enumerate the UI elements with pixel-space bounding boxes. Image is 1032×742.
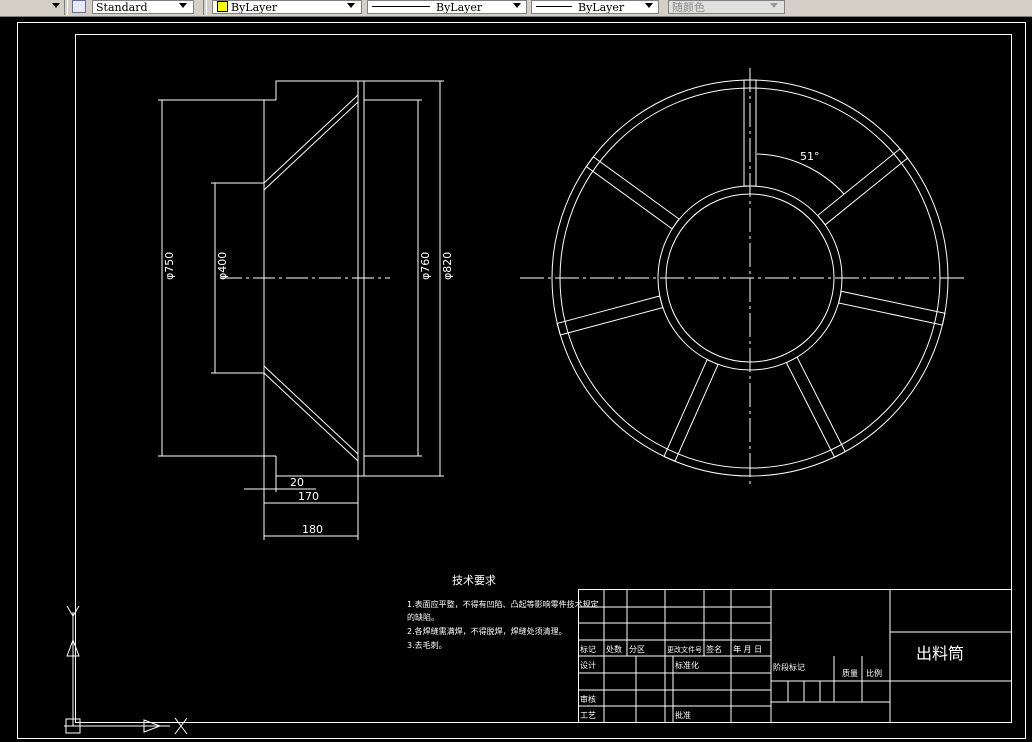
plot-style-select[interactable]: 随颜色 — [668, 0, 785, 14]
dim-angle: 51° — [800, 150, 820, 163]
inner-border — [75, 34, 1012, 723]
tb-pizhun: 批准 — [675, 710, 691, 720]
tb-sheji: 设计 — [580, 660, 596, 670]
tb-part-name: 出料筒 — [916, 644, 964, 663]
tb-bili: 比例 — [866, 668, 882, 678]
dim-d820: φ820 — [441, 252, 454, 280]
chevron-down-icon[interactable] — [52, 3, 60, 8]
vanes — [556, 79, 946, 462]
tb-jieduan: 阶段标记 — [773, 662, 805, 672]
chevron-down-icon[interactable] — [347, 3, 355, 8]
dimension-texts: φ750 φ400 φ760 φ820 20 170 180 51° — [163, 150, 820, 536]
linetype-select[interactable]: ByLayer — [367, 0, 527, 14]
tb-biaoji: 标记 — [580, 644, 596, 654]
tech-req-title: 技术要求 — [452, 574, 496, 587]
tb-chushu: 处数 — [606, 644, 622, 654]
dim-d750: φ750 — [163, 252, 176, 280]
text-style-value: Standard — [96, 1, 148, 14]
tech-req-item3: 3.去毛刺。 — [407, 640, 447, 650]
chevron-down-icon — [770, 3, 778, 8]
side-view — [158, 80, 444, 540]
chevron-down-icon[interactable] — [179, 3, 187, 8]
ucs-icon — [64, 605, 188, 735]
dim-w170: 170 — [298, 490, 319, 503]
tech-requirements: 技术要求 1.表面应平整，不得有凹陷、凸起等影响零件技术规定 的缺陷。 2.各焊… — [407, 574, 599, 650]
tb-gengai: 更改文件号 — [667, 645, 702, 654]
lineweight-value: ByLayer — [578, 1, 625, 14]
toolbar-separator — [203, 0, 207, 15]
color-swatch-icon — [217, 1, 228, 12]
tech-req-item2: 2.各焊缝需满焊，不得脱焊，焊缝处须清理。 — [407, 626, 567, 636]
dim-w20: 20 — [290, 476, 304, 489]
plot-style-value: 随颜色 — [672, 1, 705, 14]
title-block-texts: 标记 处数 分区 更改文件号 签名 年 月 日 设计 标准化 阶段标记 质量 比… — [580, 644, 964, 720]
properties-toolbar: Standard ByLayer ByLayer ByLayer 随颜色 — [0, 0, 1032, 17]
tb-qianming: 签名 — [706, 644, 722, 654]
color-value: ByLayer — [231, 1, 278, 14]
tech-req-item1: 1.表面应平整，不得有凹陷、凸起等影响零件技术规定 — [407, 599, 599, 609]
linetype-sample-icon — [372, 6, 430, 7]
tb-zhiliang: 质量 — [842, 668, 858, 678]
tech-req-item1b: 的缺陷。 — [407, 612, 439, 622]
dim-d400: φ400 — [216, 252, 229, 280]
lineweight-sample-icon — [536, 6, 572, 7]
tb-shenhe: 审核 — [580, 694, 596, 704]
drawing-canvas[interactable]: φ750 φ400 φ760 φ820 20 170 180 51° 技术要求 … — [0, 16, 1032, 742]
chevron-down-icon[interactable] — [513, 3, 521, 8]
tb-biaozhunhua: 标准化 — [675, 660, 699, 670]
text-style-icon[interactable] — [72, 0, 86, 13]
front-view — [520, 68, 966, 488]
dim-d760: φ760 — [419, 252, 432, 280]
linetype-value: ByLayer — [436, 1, 483, 14]
toolbar-separator — [64, 0, 68, 15]
tb-nianyueri: 年 月 日 — [733, 644, 762, 654]
dim-w180: 180 — [302, 523, 323, 536]
lineweight-select[interactable]: ByLayer — [531, 0, 659, 14]
color-select[interactable]: ByLayer — [212, 0, 362, 14]
tb-gongyi: 工艺 — [580, 711, 596, 720]
tb-fenqu: 分区 — [629, 645, 645, 654]
chevron-down-icon[interactable] — [645, 3, 653, 8]
